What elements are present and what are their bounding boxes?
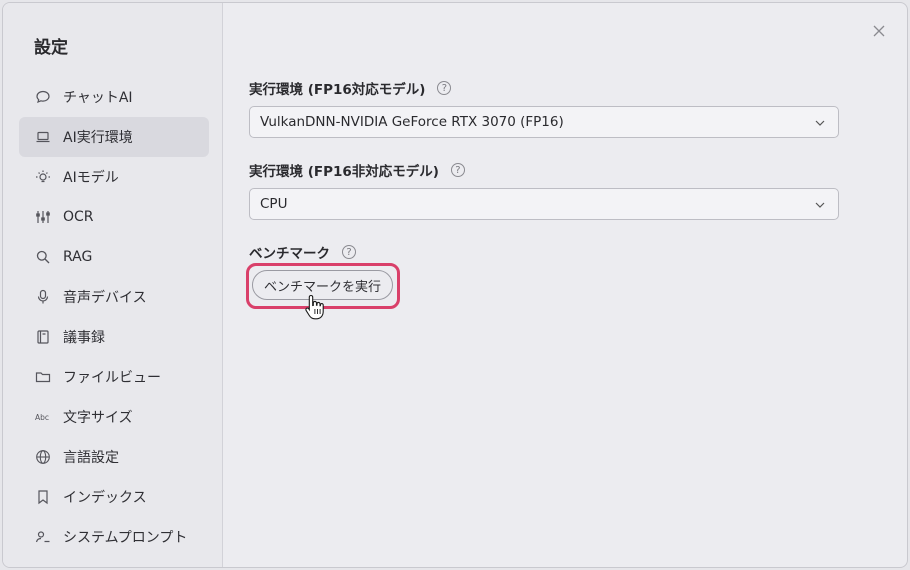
sidebar: 設定 チャットAI AI実行環境 AIモデル OCR RAG 音声デバイス 議事… <box>3 3 223 567</box>
sidebar-item-audio-device[interactable]: 音声デバイス <box>19 277 209 317</box>
benchmark-label-text: ベンチマーク <box>249 246 330 262</box>
nonfp16-label: 実行環境 (FP16非対応モデル) ? <box>249 160 465 180</box>
microphone-icon <box>35 289 51 305</box>
nonfp16-label-text: 実行環境 (FP16非対応モデル) <box>249 164 439 180</box>
sidebar-item-ai-model[interactable]: AIモデル <box>19 157 209 197</box>
sidebar-item-index[interactable]: インデックス <box>19 477 209 517</box>
chat-bubble-icon <box>35 89 51 105</box>
sidebar-item-label: OCR <box>63 209 94 225</box>
sidebar-item-label: 文字サイズ <box>63 410 133 426</box>
folder-icon <box>35 369 51 385</box>
sidebar-item-label: RAG <box>63 249 93 265</box>
sidebar-item-ocr[interactable]: OCR <box>19 197 209 237</box>
sidebar-item-label: チャットAI <box>63 90 133 106</box>
sidebar-item-system-prompt[interactable]: システムプロンプト <box>19 517 209 557</box>
abc-text-icon: Abc <box>35 409 51 425</box>
sidebar-item-label: システムプロンプト <box>63 530 188 546</box>
fp16-runtime-select[interactable]: VulkanDNN-NVIDIA GeForce RTX 3070 (FP16) <box>249 106 839 138</box>
sidebar-item-label: AIモデル <box>63 170 119 186</box>
close-icon[interactable] <box>871 23 887 39</box>
user-prompt-icon <box>35 529 51 545</box>
sidebar-item-language[interactable]: 言語設定 <box>19 437 209 477</box>
svg-text:Abc: Abc <box>35 413 49 422</box>
sidebar-item-font-size[interactable]: Abc 文字サイズ <box>19 397 209 437</box>
fp16-runtime-value: VulkanDNN-NVIDIA GeForce RTX 3070 (FP16) <box>260 114 564 130</box>
sidebar-item-rag[interactable]: RAG <box>19 237 209 277</box>
sidebar-title: 設定 <box>34 38 68 58</box>
nonfp16-runtime-select[interactable]: CPU <box>249 188 839 220</box>
main-panel: 実行環境 (FP16対応モデル) ? VulkanDNN-NVIDIA GeFo… <box>224 3 907 567</box>
fp16-label-text: 実行環境 (FP16対応モデル) <box>249 82 426 98</box>
sidebar-item-minutes[interactable]: 議事録 <box>19 317 209 357</box>
chevron-down-icon <box>814 199 826 211</box>
sidebar-item-label: インデックス <box>63 490 147 506</box>
settings-dialog: 設定 チャットAI AI実行環境 AIモデル OCR RAG 音声デバイス 議事… <box>2 2 908 568</box>
help-icon[interactable]: ? <box>342 245 356 259</box>
hand-cursor-icon <box>305 294 324 320</box>
sidebar-item-label: ファイルビュー <box>63 370 161 386</box>
benchmark-label: ベンチマーク ? <box>249 242 356 262</box>
sidebar-nav: チャットAI AI実行環境 AIモデル OCR RAG 音声デバイス 議事録 フ… <box>19 77 209 557</box>
sliders-icon <box>35 209 51 225</box>
search-icon <box>35 249 51 265</box>
sidebar-item-ai-runtime[interactable]: AI実行環境 <box>19 117 209 157</box>
chevron-down-icon <box>814 117 826 129</box>
nonfp16-runtime-value: CPU <box>260 196 288 212</box>
sidebar-item-label: 言語設定 <box>63 450 119 466</box>
sidebar-item-file-view[interactable]: ファイルビュー <box>19 357 209 397</box>
sidebar-item-label: 議事録 <box>63 330 105 346</box>
help-icon[interactable]: ? <box>437 81 452 95</box>
sidebar-item-label: 音声デバイス <box>63 290 147 306</box>
help-icon[interactable]: ? <box>450 163 465 177</box>
sidebar-item-label: AI実行環境 <box>63 130 133 146</box>
sidebar-item-chat-ai[interactable]: チャットAI <box>19 77 209 117</box>
notebook-icon <box>35 329 51 345</box>
globe-icon <box>35 449 51 465</box>
fp16-label: 実行環境 (FP16対応モデル) ? <box>249 78 452 98</box>
laptop-icon <box>35 129 51 145</box>
lightbulb-icon <box>35 169 51 185</box>
bookmark-icon <box>35 489 51 505</box>
